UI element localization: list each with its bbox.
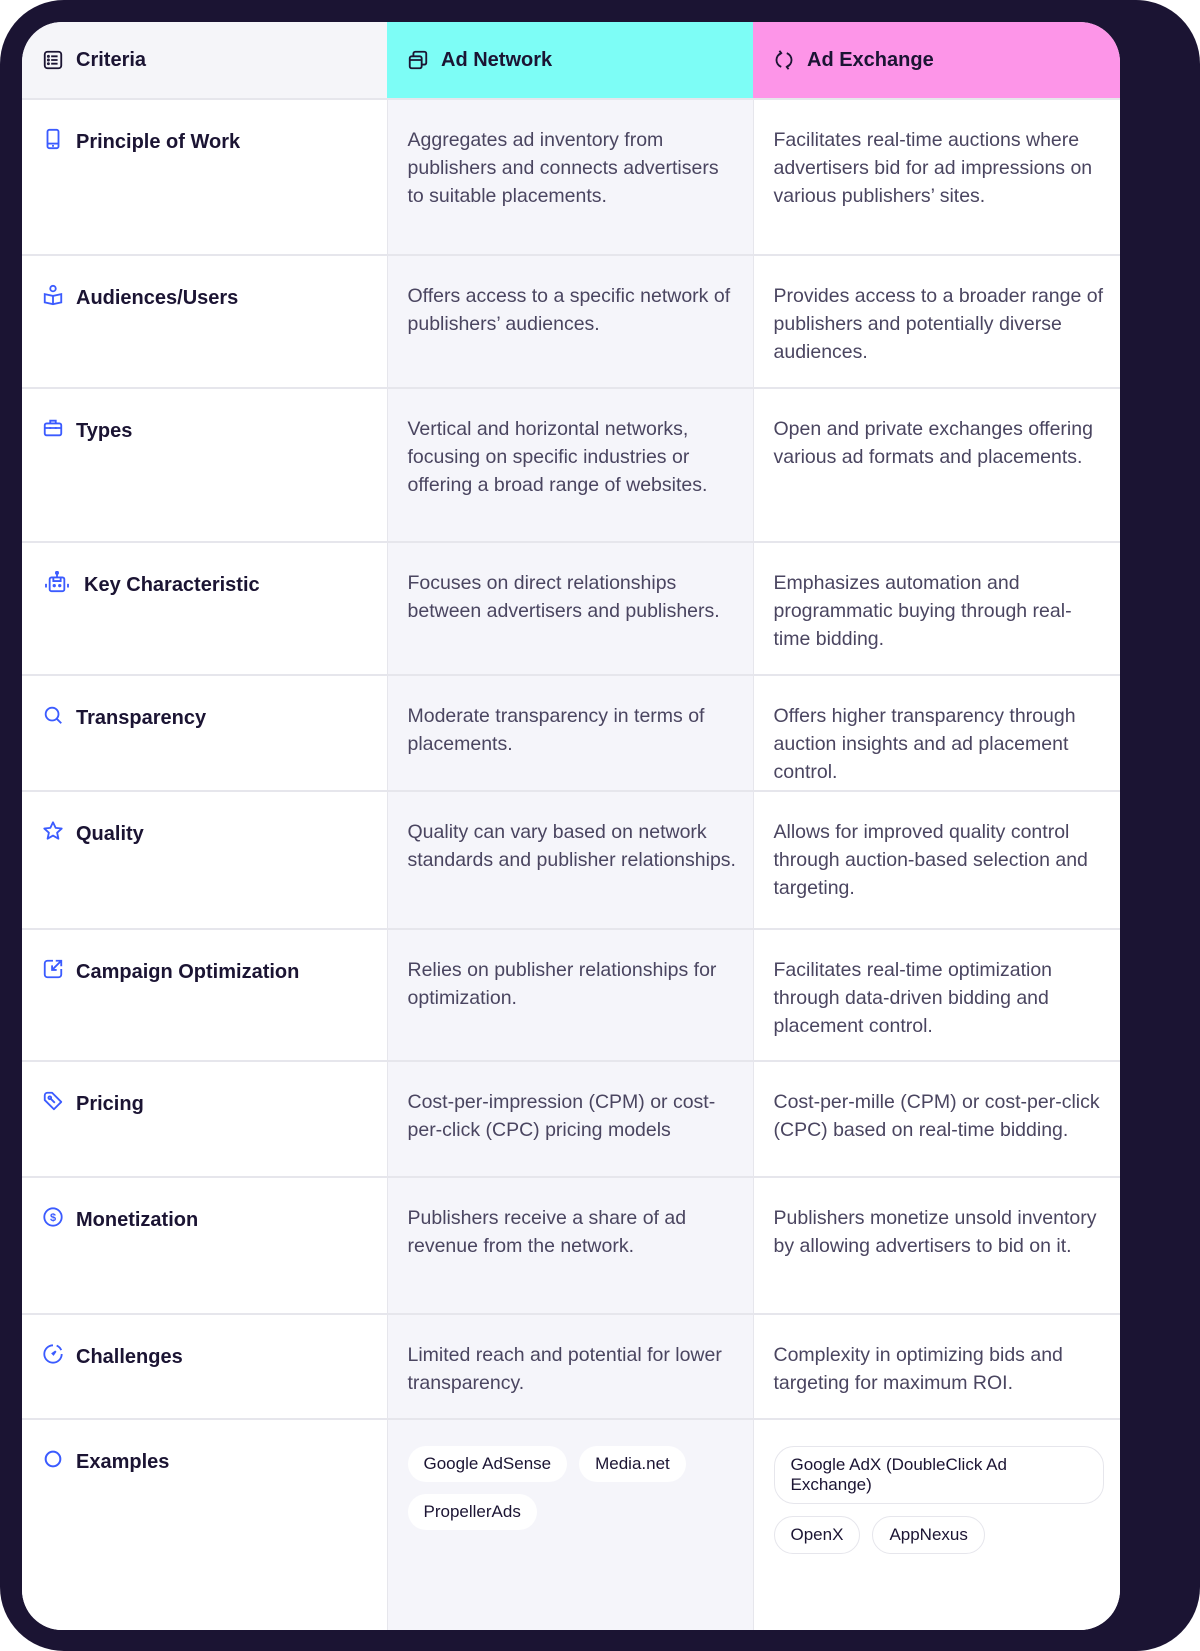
robot-icon [42,571,72,593]
table-row: Transparency Moderate transparency in te… [22,675,1120,792]
ad-network-cell: Aggregates ad inventory from publishers … [387,99,754,256]
device-frame: Criteria Ad Network Ad Exchange Principl… [0,0,1200,1651]
criteria-label: Pricing [76,1093,144,1115]
example-chip[interactable]: Media.net [579,1446,686,1482]
ad-network-cell: Publishers receive a share of ad revenue… [387,1177,754,1315]
table-row: $ Monetization Publishers receive a shar… [22,1177,1120,1315]
header-ad-network-label: Ad Network [441,48,553,71]
ad-exchange-cell: Allows for improved quality control thro… [753,791,1120,930]
refresh-icon [773,49,795,71]
table-row: Types Vertical and horizontal networks, … [22,388,1120,543]
header-ad-network: Ad Network [387,22,753,100]
circle-icon [42,1448,64,1470]
criteria-cell: $ Monetization [22,1177,388,1315]
ad-network-cell: Vertical and horizontal networks, focusi… [387,388,754,543]
example-chip[interactable]: Google AdSense [407,1446,568,1482]
ad-exchange-cell: Offers higher transparency through aucti… [753,675,1120,792]
header-row: Criteria Ad Network Ad Exchange [22,22,1120,100]
example-chip[interactable]: PropellerAds [407,1494,537,1530]
ad-network-cell: Moderate transparency in terms of placem… [387,675,754,792]
criteria-cell: Examples [22,1419,388,1630]
criteria-label: Audiences/Users [76,287,239,309]
star-icon [42,820,64,842]
tag-icon [42,1090,64,1112]
example-chip[interactable]: OpenX [773,1516,861,1554]
ad-network-examples-cell: Google AdSense Media.net PropellerAds [387,1419,754,1630]
ad-exchange-examples-cell: Google AdX (DoubleClick Ad Exchange) Ope… [753,1419,1120,1630]
ad-network-cell: Focuses on direct relationships between … [387,542,754,676]
criteria-cell: Key Characteristic [22,542,388,676]
ad-network-cell: Quality can vary based on network standa… [387,791,754,930]
criteria-label: Quality [76,823,144,845]
ad-exchange-cell: Open and private exchanges offering vari… [753,388,1120,543]
criteria-cell: Pricing [22,1061,388,1178]
user-book-icon [42,284,64,306]
dollar-circle-icon: $ [42,1206,64,1228]
criteria-label: Key Characteristic [84,574,260,596]
example-chip[interactable]: AppNexus [872,1516,985,1554]
ad-exchange-cell: Provides access to a broader range of pu… [753,255,1120,389]
ad-exchange-cell: Facilitates real-time auctions where adv… [753,99,1120,256]
criteria-cell: Quality [22,791,388,930]
criteria-label: Challenges [76,1346,183,1368]
criteria-cell: Transparency [22,675,388,792]
table-row: Quality Quality can vary based on networ… [22,791,1120,930]
ad-exchange-cell: Cost-per-mille (CPM) or cost-per-click (… [753,1061,1120,1178]
tablet-icon [42,128,64,150]
criteria-cell: Principle of Work [22,99,388,256]
table-row: Audiences/Users Offers access to a speci… [22,255,1120,389]
header-ad-exchange-label: Ad Exchange [807,48,934,71]
criteria-label: Transparency [76,707,207,729]
search-icon [42,704,64,726]
criteria-label: Examples [76,1451,170,1473]
ad-network-cell: Limited reach and potential for lower tr… [387,1314,754,1420]
table-row-examples: Examples Google AdSense Media.net Propel… [22,1419,1120,1630]
ad-exchange-cell: Facilitates real-time optimization throu… [753,929,1120,1062]
briefcase-icon [42,417,64,439]
criteria-label: Monetization [76,1209,199,1231]
ad-network-example-chips: Google AdSense Media.net PropellerAds [407,1446,737,1530]
table-row: Campaign Optimization Relies on publishe… [22,929,1120,1062]
ad-exchange-example-chips: Google AdX (DoubleClick Ad Exchange) Ope… [773,1446,1104,1554]
ad-exchange-cell: Publishers monetize unsold inventory by … [753,1177,1120,1315]
header-criteria-label: Criteria [76,48,147,71]
criteria-label: Types [76,420,133,442]
criteria-cell: Campaign Optimization [22,929,388,1062]
comparison-card: Criteria Ad Network Ad Exchange Principl… [22,22,1120,1630]
ad-network-cell: Cost-per-impression (CPM) or cost-per-cl… [387,1061,754,1178]
list-icon [42,49,64,71]
table-row: Challenges Limited reach and potential f… [22,1314,1120,1420]
ad-exchange-cell: Complexity in optimizing bids and target… [753,1314,1120,1420]
criteria-cell: Challenges [22,1314,388,1420]
ad-exchange-cell: Emphasizes automation and programmatic b… [753,542,1120,676]
ad-network-cell: Offers access to a specific network of p… [387,255,754,389]
criteria-label: Principle of Work [76,131,241,153]
criteria-label: Campaign Optimization [76,961,300,983]
ad-network-cell: Relies on publisher relationships for op… [387,929,754,1062]
external-link-icon [42,958,64,980]
criteria-cell: Audiences/Users [22,255,388,389]
table-row: Key Characteristic Focuses on direct rel… [22,542,1120,676]
table-row: Pricing Cost-per-impression (CPM) or cos… [22,1061,1120,1178]
svg-text:$: $ [50,1212,56,1224]
gauge-icon [42,1343,64,1365]
stacked-cards-icon [407,49,429,71]
example-chip[interactable]: Google AdX (DoubleClick Ad Exchange) [773,1446,1104,1504]
comparison-table: Criteria Ad Network Ad Exchange Principl… [22,22,1120,1630]
table-row: Principle of Work Aggregates ad inventor… [22,99,1120,256]
criteria-cell: Types [22,388,388,543]
header-criteria: Criteria [22,22,387,100]
header-ad-exchange: Ad Exchange [753,22,1120,100]
